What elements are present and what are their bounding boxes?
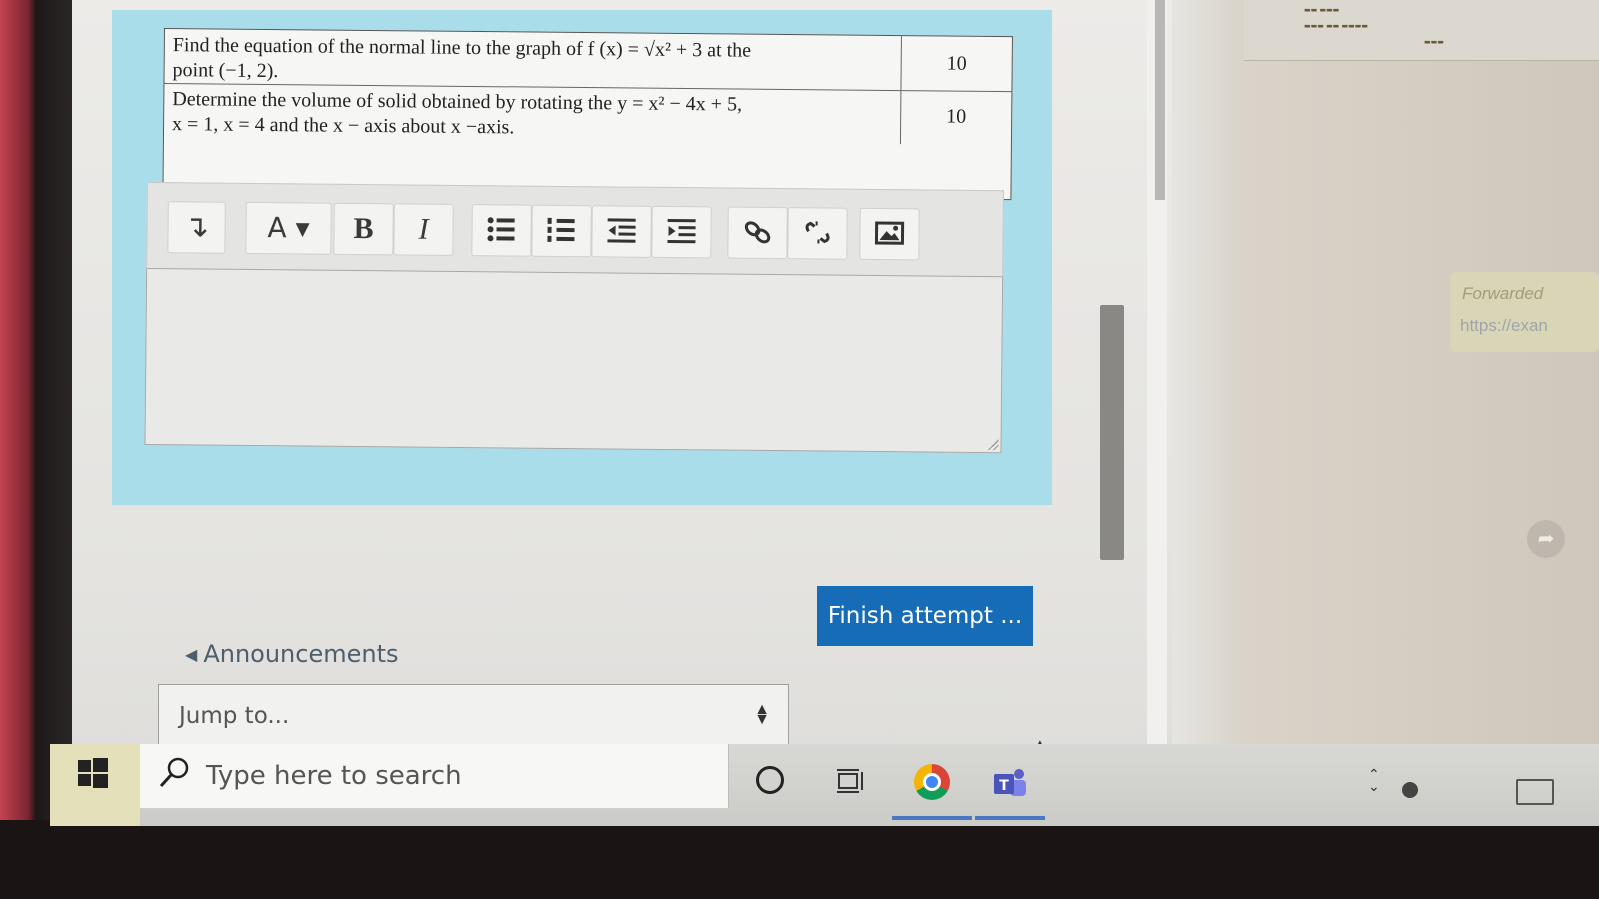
question-table: Find the equation of the normal line to … (162, 28, 1013, 201)
search-icon (159, 757, 189, 788)
select-arrows-icon: ▲ ▼ (754, 701, 770, 728)
chat-panel-background (1172, 0, 1599, 760)
svg-text:T: T (999, 778, 1009, 794)
bold-button[interactable]: B (333, 202, 394, 256)
indent-icon[interactable] (651, 205, 712, 259)
outdent-icon[interactable] (591, 205, 652, 258)
question-marks: 10 (900, 36, 1012, 92)
cortana-icon[interactable] (756, 766, 784, 794)
link-icon[interactable] (727, 206, 788, 260)
previous-arrow-icon: ◀ (185, 645, 198, 664)
numbered-list-icon[interactable] (531, 204, 592, 258)
forwarded-label: Forwarded (1462, 284, 1544, 303)
sheet-text-line: ▬▬▬ ▬▬ ▬▬▬▬ (1304, 22, 1368, 30)
share-icon[interactable]: ➦ (1527, 520, 1565, 558)
spreadsheet-thumbnail: ▬▬ ▬▬▬ ▬▬▬ ▬▬ ▬▬▬▬ ▬▬▬ (1244, 0, 1599, 61)
question-marks: 10 (899, 90, 1012, 146)
question-text: Determine the volume of solid obtained b… (172, 87, 892, 144)
start-button[interactable] (50, 744, 140, 826)
forwarded-link[interactable]: https://exan (1460, 316, 1548, 336)
active-app-indicator (975, 816, 1045, 820)
screen: ▬▬ ▬▬▬ ▬▬▬ ▬▬ ▬▬▬▬ ▬▬▬ Forwarded https:/… (72, 0, 1599, 825)
font-color-button[interactable]: A ▾ (245, 201, 332, 255)
notification-icon[interactable] (1516, 779, 1554, 805)
tray-app-icon[interactable] (1402, 782, 1418, 798)
answer-editor: ↴ A ▾ B I (144, 182, 1004, 490)
show-hidden-icons-icon[interactable]: ⌃ ⌄ (1368, 767, 1380, 793)
windows-logo-icon (78, 758, 108, 788)
unlink-icon[interactable] (787, 207, 848, 260)
sheet-text-line: ▬▬▬ (1424, 38, 1444, 46)
resize-handle-icon[interactable] (986, 438, 999, 451)
sheet-text-line: ▬▬ ▬▬▬ (1304, 6, 1340, 14)
question-text: Find the equation of the normal line to … (172, 33, 892, 90)
forwarded-message[interactable]: Forwarded https://exan (1450, 272, 1599, 352)
taskbar: Type here to search T ⌃ ⌄ (50, 744, 1599, 826)
table-row: Find the equation of the normal line to … (164, 29, 1012, 93)
jump-to-value: Jump to... (179, 703, 290, 729)
page-scrollbar-upper[interactable] (1155, 0, 1165, 200)
bullet-list-icon[interactable] (471, 204, 532, 257)
finish-attempt-button[interactable]: Finish attempt ... (817, 586, 1033, 646)
collapse-toolbar-icon[interactable]: ↴ (167, 201, 226, 254)
announcements-link[interactable]: ◀ Announcements (185, 640, 399, 668)
image-icon[interactable] (859, 207, 920, 261)
chrome-icon[interactable] (914, 764, 950, 800)
task-view-icon[interactable] (835, 766, 865, 796)
editor-toolbar: ↴ A ▾ B I (146, 182, 1004, 278)
jump-to-select[interactable]: Jump to... ▲ ▼ (158, 684, 789, 751)
announcements-label: Announcements (203, 640, 399, 668)
teams-icon[interactable]: T (992, 766, 1028, 800)
answer-text-area[interactable] (144, 267, 1004, 454)
table-row: Determine the volume of solid obtained b… (163, 83, 1012, 199)
taskbar-search[interactable]: Type here to search (140, 744, 729, 808)
monitor-bezel (0, 0, 75, 820)
page-scrollbar-thumb[interactable] (1100, 305, 1124, 560)
question-card: Find the equation of the normal line to … (112, 10, 1052, 505)
search-placeholder: Type here to search (206, 761, 462, 791)
active-app-indicator (892, 816, 972, 820)
italic-button[interactable]: I (393, 203, 454, 256)
